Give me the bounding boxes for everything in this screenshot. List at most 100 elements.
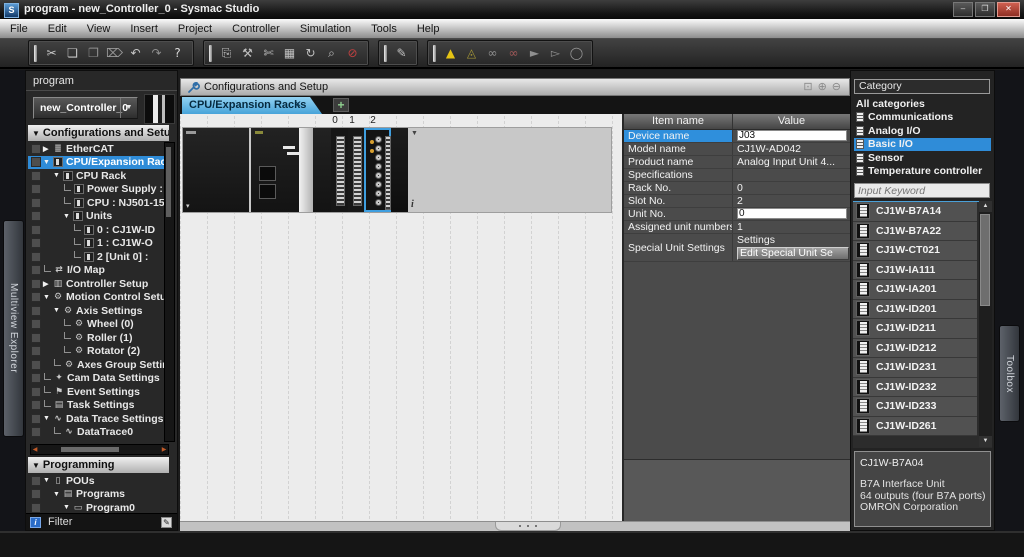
menu-edit[interactable]: Edit xyxy=(38,20,77,38)
export-icon[interactable]: ⎘ xyxy=(216,42,237,64)
unit-item-cj1w-id231[interactable]: CJ1W-ID231 xyxy=(853,358,977,378)
unit-item-cj1w-id233[interactable]: CJ1W-ID233 xyxy=(853,397,977,417)
scrollbar-thumb[interactable] xyxy=(61,447,119,452)
tree-item-roller-1[interactable]: ⚙Roller (1) xyxy=(28,331,169,345)
tree-item-programs[interactable]: ▼▤Programs xyxy=(28,488,169,502)
scroll-down-icon[interactable]: ▼ xyxy=(979,436,992,447)
unit-item-cj1w-b7a14[interactable]: CJ1W-B7A14 xyxy=(853,202,977,222)
monitor-icon[interactable]: ▦ xyxy=(279,42,300,64)
tree-item-i-o-map[interactable]: ⇄I/O Map xyxy=(28,264,169,278)
chevron-down-icon[interactable]: ▼ xyxy=(120,98,137,118)
menu-controller[interactable]: Controller xyxy=(222,20,290,38)
expander-open-icon[interactable]: ▼ xyxy=(43,159,53,166)
sidebar-horizontal-scrollbar[interactable]: ◀ ▶ xyxy=(30,444,169,455)
add-tab-button[interactable]: + xyxy=(333,98,349,112)
section-header-configurations[interactable]: ▼Configurations and Setup xyxy=(28,125,169,141)
tree-item-motion-control-setup[interactable]: ▼⚙Motion Control Setup xyxy=(28,291,169,305)
redo-icon[interactable]: ↷ xyxy=(146,42,167,64)
tab-close-icon[interactable]: ✕ xyxy=(294,100,302,109)
warning-off-icon[interactable]: ◬ xyxy=(461,42,482,64)
group-grip[interactable] xyxy=(384,45,387,62)
warning-icon[interactable]: ▲ xyxy=(440,42,461,64)
tree-item-0-cj1w-id[interactable]: 0 : CJ1W-ID xyxy=(28,223,169,237)
keyword-search-input[interactable] xyxy=(854,183,990,198)
menu-view[interactable]: View xyxy=(77,20,121,38)
scroll-up-icon[interactable]: ▲ xyxy=(979,201,992,212)
build-icon[interactable]: ⚒ xyxy=(237,42,258,64)
unit-item-cj1w-ia111[interactable]: CJ1W-IA111 xyxy=(853,261,977,281)
power-supply-unit[interactable]: ▾ xyxy=(183,128,249,212)
rack-expand-icon[interactable]: ▼ xyxy=(411,130,418,137)
tree-item-1-cj1w-o[interactable]: 1 : CJ1W-O xyxy=(28,237,169,251)
edit-special-unit-settings-button[interactable]: Edit Special Unit Se xyxy=(737,247,849,260)
unit-item-cj1w-id201[interactable]: CJ1W-ID201 xyxy=(853,300,977,320)
edit-rack-icon[interactable]: ✎ xyxy=(391,42,412,64)
expander-open-icon[interactable]: ▼ xyxy=(43,294,53,301)
watch-icon[interactable]: ∞ xyxy=(482,42,503,64)
zoom-in-icon[interactable]: ⊕ xyxy=(818,82,827,93)
slot-0-unit[interactable] xyxy=(331,128,348,212)
menu-tools[interactable]: Tools xyxy=(361,20,407,38)
category-sensor[interactable]: Sensor xyxy=(854,151,991,165)
tree-item-cpu-nj501-15[interactable]: CPU : NJ501-15 xyxy=(28,196,169,210)
category-analog-i-o[interactable]: Analog I/O xyxy=(854,124,991,138)
copy-icon[interactable]: ❏ xyxy=(62,42,83,64)
multiview-explorer-tab[interactable]: Multiview Explorer xyxy=(3,220,24,437)
help-icon[interactable]: ? xyxy=(167,42,188,64)
stop-icon[interactable]: ◯ xyxy=(566,42,587,64)
menu-help[interactable]: Help xyxy=(407,20,450,38)
tree-item-2-unit-0[interactable]: 2 [Unit 0] : xyxy=(28,250,169,264)
controller-selector-dropdown[interactable]: new_Controller_0 ▼ xyxy=(33,97,138,119)
group-grip[interactable] xyxy=(209,45,212,62)
scroll-left-icon[interactable]: ◀ xyxy=(31,446,39,453)
group-grip[interactable] xyxy=(34,45,37,62)
splitter-handle[interactable] xyxy=(495,522,561,531)
tree-item-event-settings[interactable]: ⚑Event Settings xyxy=(28,385,169,399)
property-input-device-name[interactable] xyxy=(737,130,847,141)
unit-item-cj1w-id212[interactable]: CJ1W-ID212 xyxy=(853,339,977,359)
unit-item-cj1w-id232[interactable]: CJ1W-ID232 xyxy=(853,378,977,398)
search-icon[interactable]: ⌕ xyxy=(321,42,342,64)
tree-item-cam-data-settings[interactable]: ✦Cam Data Settings xyxy=(28,372,169,386)
end-cover-unit[interactable] xyxy=(391,128,408,212)
menu-simulation[interactable]: Simulation xyxy=(290,20,361,38)
scroll-right-icon[interactable]: ▶ xyxy=(160,446,168,453)
category-temperature-controller[interactable]: Temperature controller xyxy=(854,165,991,179)
unit-item-cj1w-ct021[interactable]: CJ1W-CT021 xyxy=(853,241,977,261)
scrollbar-thumb[interactable] xyxy=(166,147,171,217)
expander-open-icon[interactable]: ▼ xyxy=(53,307,63,314)
tree-item-datatrace0[interactable]: ∿DataTrace0 xyxy=(28,426,169,440)
tree-item-rotator-2[interactable]: ⚙Rotator (2) xyxy=(28,345,169,359)
watch-stop-icon[interactable]: ∞ xyxy=(503,42,524,64)
info-icon[interactable]: i xyxy=(30,517,41,528)
tree-item-axis-settings[interactable]: ▼⚙Axis Settings xyxy=(28,304,169,318)
sync-icon[interactable]: ↻ xyxy=(300,42,321,64)
fit-window-icon[interactable]: ⊡ xyxy=(803,82,812,93)
cpu-unit[interactable] xyxy=(251,128,331,212)
tree-item-cpu-expansion-racks[interactable]: ▼CPU/Expansion Racks xyxy=(28,156,169,170)
abort-icon[interactable]: ⊘ xyxy=(342,42,363,64)
undo-icon[interactable]: ↶ xyxy=(125,42,146,64)
tree-item-pous[interactable]: ▼▯POUs xyxy=(28,474,169,488)
step-icon[interactable]: ▻ xyxy=(545,42,566,64)
filter-edit-icon[interactable]: ✎ xyxy=(161,517,172,528)
tree-item-task-settings[interactable]: ▤Task Settings xyxy=(28,399,169,413)
expander-open-icon[interactable]: ▼ xyxy=(43,415,53,422)
menu-file[interactable]: File xyxy=(0,20,38,38)
expander-closed-icon[interactable]: ▶ xyxy=(43,145,53,153)
expander-open-icon[interactable]: ▼ xyxy=(63,504,73,511)
category-communications[interactable]: Communications xyxy=(854,111,991,125)
toolbox-tab[interactable]: Toolbox xyxy=(999,325,1020,422)
variable-icon[interactable]: ✄ xyxy=(258,42,279,64)
tree-item-wheel-0[interactable]: ⚙Wheel (0) xyxy=(28,318,169,332)
tree-item-power-supply[interactable]: Power Supply : xyxy=(28,183,169,197)
close-button[interactable]: ✕ xyxy=(997,2,1020,17)
minimize-button[interactable]: – xyxy=(953,2,973,17)
expander-open-icon[interactable]: ▼ xyxy=(63,213,73,220)
tree-item-axes-group-settings[interactable]: ⚙Axes Group Settings xyxy=(28,358,169,372)
unit-item-cj1w-b7a22[interactable]: CJ1W-B7A22 xyxy=(853,222,977,242)
expander-open-icon[interactable]: ▼ xyxy=(43,477,53,484)
category-basic-i-o[interactable]: Basic I/O xyxy=(854,138,991,152)
horizontal-splitter[interactable] xyxy=(180,521,850,531)
toolbox-scrollbar[interactable]: ▲ ▼ xyxy=(979,201,992,447)
